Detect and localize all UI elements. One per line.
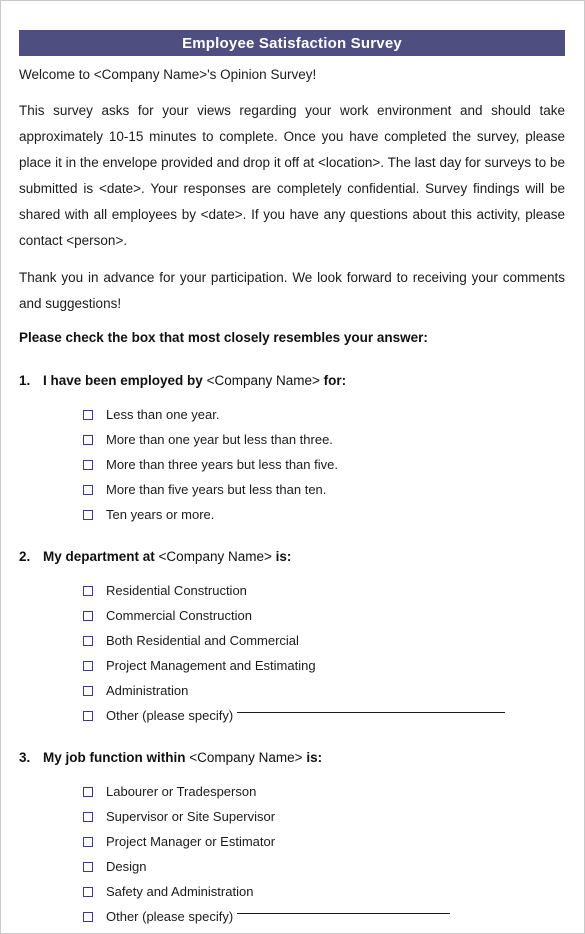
option-row[interactable]: Administration xyxy=(83,678,565,703)
other-specify-write-in-line[interactable] xyxy=(237,712,506,713)
question-text-bold-lead: I have been employed by xyxy=(43,373,203,388)
option-label: More than one year but less than three. xyxy=(106,432,333,447)
document-title-banner: Employee Satisfaction Survey xyxy=(19,30,565,56)
question-prompt: 3. My job function within <Company Name> … xyxy=(19,748,565,768)
question-number: 1. xyxy=(19,373,31,388)
instruction-line: Please check the box that most closely r… xyxy=(19,330,428,345)
question-block: 3. My job function within <Company Name> … xyxy=(19,748,565,929)
checkbox-icon[interactable] xyxy=(83,886,93,897)
thanks-paragraph: Thank you in advance for your participat… xyxy=(19,270,565,311)
option-row[interactable]: Both Residential and Commercial xyxy=(83,628,565,653)
option-label: Administration xyxy=(106,683,189,698)
document-title: Employee Satisfaction Survey xyxy=(182,34,402,52)
option-label: Less than one year. xyxy=(106,407,220,422)
option-label: Ten years or more. xyxy=(106,507,215,522)
option-label: Design xyxy=(106,859,147,874)
option-label: Other (please specify) xyxy=(106,909,234,924)
checkbox-icon[interactable] xyxy=(83,610,93,621)
option-row[interactable]: Supervisor or Site Supervisor xyxy=(83,804,565,829)
option-row[interactable]: Less than one year. xyxy=(83,402,565,427)
question-text: I have been employed by <Company Name> f… xyxy=(43,371,346,391)
checkbox-icon[interactable] xyxy=(83,786,93,797)
question-text-bold-lead: My department at xyxy=(43,549,155,564)
option-label: More than five years but less than ten. xyxy=(106,482,327,497)
question-prompt: 2. My department at <Company Name> is: xyxy=(19,547,565,567)
question-text-bold-tail: is: xyxy=(275,549,292,564)
option-label: Both Residential and Commercial xyxy=(106,633,299,648)
option-list: Labourer or Tradesperson Supervisor or Si… xyxy=(19,779,565,929)
question-text-bold-lead: My job function within xyxy=(43,750,186,765)
checkbox-icon[interactable] xyxy=(83,434,93,445)
option-row[interactable]: Design xyxy=(83,854,565,879)
question-number: 2. xyxy=(19,549,31,564)
option-label: Other (please specify) xyxy=(106,708,234,723)
option-row[interactable]: More than five years but less than ten. xyxy=(83,477,565,502)
option-list: Less than one year. More than one year bu… xyxy=(19,402,565,527)
checkbox-icon[interactable] xyxy=(83,409,93,420)
question-text-placeholder: <Company Name> xyxy=(189,750,303,765)
option-row[interactable]: More than three years but less than five… xyxy=(83,452,565,477)
option-row[interactable]: Ten years or more. xyxy=(83,502,565,527)
option-row[interactable]: Commercial Construction xyxy=(83,603,565,628)
option-label: More than three years but less than five… xyxy=(106,457,338,472)
question-text-bold-tail: for: xyxy=(323,373,347,388)
checkbox-icon[interactable] xyxy=(83,911,93,922)
checkbox-icon[interactable] xyxy=(83,710,93,721)
option-row[interactable]: Residential Construction xyxy=(83,578,565,603)
intro-paragraph: This survey asks for your views regardin… xyxy=(19,103,565,248)
checkbox-icon[interactable] xyxy=(83,509,93,520)
option-row[interactable]: Labourer or Tradesperson xyxy=(83,779,565,804)
survey-document-page: Employee Satisfaction Survey Welcome to … xyxy=(0,0,585,934)
checkbox-icon[interactable] xyxy=(83,585,93,596)
welcome-line: Welcome to <Company Name>'s Opinion Surv… xyxy=(19,67,317,82)
option-label: Labourer or Tradesperson xyxy=(106,784,257,799)
checkbox-icon[interactable] xyxy=(83,861,93,872)
questions-container: 1. I have been employed by <Company Name>… xyxy=(19,371,565,929)
option-label: Residential Construction xyxy=(106,583,247,598)
option-row[interactable]: Other (please specify) xyxy=(83,904,565,929)
checkbox-icon[interactable] xyxy=(83,660,93,671)
option-row[interactable]: Project Manager or Estimator xyxy=(83,829,565,854)
option-label: Project Manager or Estimator xyxy=(106,834,276,849)
option-row[interactable]: Safety and Administration xyxy=(83,879,565,904)
question-text-placeholder: <Company Name> xyxy=(158,549,272,564)
option-list: Residential Construction Commercial Const… xyxy=(19,578,565,728)
question-number: 3. xyxy=(19,750,31,765)
question-text: My department at <Company Name> is: xyxy=(43,547,291,567)
checkbox-icon[interactable] xyxy=(83,811,93,822)
question-block: 2. My department at <Company Name> is: Res… xyxy=(19,547,565,728)
option-label: Safety and Administration xyxy=(106,884,254,899)
question-prompt: 1. I have been employed by <Company Name>… xyxy=(19,371,565,391)
option-label: Supervisor or Site Supervisor xyxy=(106,809,276,824)
option-row[interactable]: Other (please specify) xyxy=(83,703,565,728)
option-label: Project Management and Estimating xyxy=(106,658,316,673)
question-text: My job function within <Company Name> is… xyxy=(43,748,322,768)
checkbox-icon[interactable] xyxy=(83,459,93,470)
question-text-bold-tail: is: xyxy=(306,750,323,765)
checkbox-icon[interactable] xyxy=(83,685,93,696)
other-specify-write-in-line[interactable] xyxy=(237,913,451,914)
option-row[interactable]: More than one year but less than three. xyxy=(83,427,565,452)
document-content: Employee Satisfaction Survey Welcome to … xyxy=(19,1,565,929)
checkbox-icon[interactable] xyxy=(83,484,93,495)
option-row[interactable]: Project Management and Estimating xyxy=(83,653,565,678)
checkbox-icon[interactable] xyxy=(83,635,93,646)
option-label: Commercial Construction xyxy=(106,608,252,623)
question-block: 1. I have been employed by <Company Name>… xyxy=(19,371,565,527)
checkbox-icon[interactable] xyxy=(83,836,93,847)
question-text-placeholder: <Company Name> xyxy=(206,373,320,388)
